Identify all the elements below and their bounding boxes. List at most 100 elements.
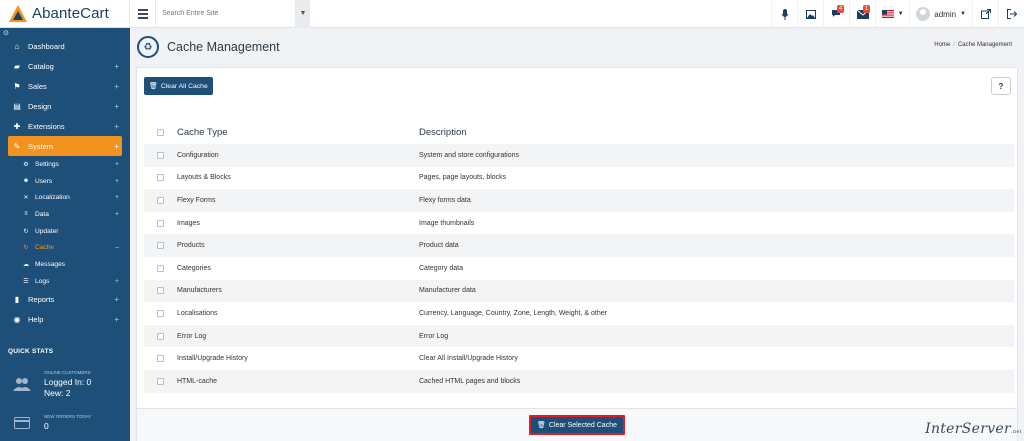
sidebar-subitem-users[interactable]: ☻ Users +	[0, 173, 130, 190]
table-row[interactable]: Error Log Error Log	[144, 324, 1014, 348]
sidebar-subitem-settings[interactable]: ⚙ Settings +	[0, 156, 130, 173]
watermark-text: InterServer	[925, 421, 1012, 437]
sidebar-subitem-label: Data	[35, 210, 49, 218]
recycle-icon: ♻	[137, 36, 159, 58]
logged-in-count: Logged In: 0	[44, 377, 92, 387]
logout-button[interactable]	[998, 0, 1024, 28]
table-row[interactable]: HTML-cache Cached HTML pages and blocks	[144, 369, 1014, 393]
sidebar-subitem-cache[interactable]: ↻ Cache –	[0, 239, 130, 256]
sidebar-subitem-updater[interactable]: ↻ Updater	[0, 223, 130, 240]
folder-icon: ▰	[13, 61, 21, 71]
avatar	[916, 7, 931, 21]
table-row[interactable]: Layouts & Blocks Pages, page layouts, blo…	[144, 167, 1014, 190]
expand-icon: +	[114, 177, 119, 185]
row-checkbox[interactable]	[157, 309, 164, 317]
sidebar-subitem-data[interactable]: ≡ Data +	[0, 206, 130, 223]
cache-type-cell: Configuration	[177, 151, 219, 159]
flag-icon: ⚑	[13, 81, 21, 91]
expand-icon: +	[114, 295, 119, 304]
language-selector[interactable]: ▼	[875, 0, 909, 28]
table-row[interactable]: Products Product data	[144, 234, 1014, 257]
table-row[interactable]: Manufacturers Manufacturer data	[144, 279, 1014, 303]
description-cell: Currency, Language, Country, Zone, Lengt…	[419, 309, 607, 317]
row-checkbox[interactable]	[157, 151, 164, 159]
sidebar-item-design[interactable]: ▤ Design +	[0, 96, 130, 116]
sidebar-item-label: System	[28, 141, 54, 151]
expand-icon: +	[114, 315, 119, 324]
user-menu[interactable]: admin ▼	[909, 0, 972, 28]
media-button[interactable]	[797, 0, 823, 28]
external-link-icon	[980, 9, 991, 19]
page-title: Cache Management	[167, 40, 280, 54]
brand[interactable]: AbanteCart	[0, 0, 130, 28]
sidebar-item-extensions[interactable]: ✚ Extensions +	[0, 116, 130, 136]
watermark-suffix: .net	[1011, 429, 1022, 435]
row-checkbox[interactable]	[157, 196, 164, 204]
table-row[interactable]: Images Image thumbnails	[144, 212, 1014, 235]
sidebar-item-system[interactable]: ✎ System +	[8, 136, 122, 156]
sidebar-item-sales[interactable]: ⚑ Sales +	[0, 76, 130, 96]
sidebar-item-help[interactable]: ◉ Help +	[0, 310, 130, 330]
expand-icon: +	[114, 210, 119, 218]
external-link-button[interactable]	[972, 0, 998, 28]
lifebuoy-icon: ◉	[13, 315, 21, 324]
table-row[interactable]: Install/Upgrade History Clear All Install…	[144, 347, 1014, 370]
sidebar-subitem-logs[interactable]: ☰ Logs +	[0, 273, 130, 290]
row-checkbox[interactable]	[157, 332, 164, 340]
expand-icon: +	[114, 81, 119, 91]
menu-toggle-button[interactable]	[130, 0, 156, 28]
row-checkbox[interactable]	[157, 219, 164, 227]
wrench-icon: ✎	[13, 141, 21, 151]
credit-card-icon	[0, 414, 44, 431]
us-flag-icon	[881, 10, 894, 18]
users-icon	[0, 370, 44, 398]
sidebar-item-dashboard[interactable]: ⌂ Dashboard	[0, 36, 130, 56]
breadcrumb-home-link[interactable]: Home	[934, 42, 950, 48]
help-button[interactable]: ?	[991, 77, 1011, 95]
select-all-checkbox[interactable]	[157, 128, 164, 136]
messages-button[interactable]: 4	[823, 0, 849, 28]
table-row[interactable]: Configuration System and store configurat…	[144, 144, 1014, 167]
online-customers-stat: ONLINE CUSTOMERS Logged In: 0 New: 2	[0, 370, 130, 398]
cache-type-cell: Categories	[177, 264, 211, 272]
sidebar-menu: ⌂ Dashboard ▰ Catalog + ⚑ Sales + ▤ Desi…	[0, 36, 130, 330]
row-checkbox[interactable]	[157, 355, 164, 363]
table-row[interactable]: Localisations Currency, Language, Country…	[144, 302, 1014, 325]
user-name: admin	[934, 9, 957, 19]
mail-button[interactable]: 1	[849, 0, 875, 28]
logs-icon: ☰	[23, 278, 29, 285]
row-checkbox[interactable]	[157, 287, 164, 295]
cache-type-cell: Products	[177, 242, 205, 250]
cache-type-cell: Localisations	[177, 309, 218, 317]
table-row[interactable]: Flexy Forms Flexy forms data	[144, 189, 1014, 212]
image-icon	[805, 9, 816, 19]
sidebar: ⊙ ⌂ Dashboard ▰ Catalog + ⚑ Sales + ▤ De…	[0, 28, 130, 441]
search-dropdown-button[interactable]: ▼	[296, 0, 310, 28]
clear-all-cache-button[interactable]: 🗑 Clear All Cache	[144, 77, 213, 95]
description-cell: Pages, page layouts, blocks	[419, 174, 507, 182]
expand-icon: +	[114, 194, 119, 202]
microphone-button[interactable]	[771, 0, 797, 28]
sidebar-item-label: Dashboard	[28, 41, 65, 51]
row-checkbox[interactable]	[157, 264, 164, 272]
new-customers-count: New: 2	[44, 388, 71, 398]
trash-icon: 🗑	[149, 83, 158, 90]
search-input[interactable]	[162, 10, 295, 17]
table-row[interactable]: Categories Category data	[144, 257, 1014, 280]
description-cell: System and store configurations	[419, 151, 519, 159]
sidebar-subitem-localization[interactable]: ✕ Localization +	[0, 189, 130, 206]
comments-icon: ☁	[23, 261, 29, 268]
row-checkbox[interactable]	[157, 377, 164, 385]
panel-footer: 🗑 Clear Selected Cache	[137, 408, 1017, 441]
row-checkbox[interactable]	[157, 174, 164, 182]
row-checkbox[interactable]	[157, 242, 164, 250]
sidebar-subitem-label: Users	[35, 177, 53, 185]
cache-type-cell: Images	[177, 219, 200, 227]
clear-selected-cache-button[interactable]: 🗑 Clear Selected Cache	[529, 415, 625, 435]
sidebar-item-catalog[interactable]: ▰ Catalog +	[0, 56, 130, 76]
cache-type-cell: Install/Upgrade History	[177, 355, 248, 363]
sidebar-subitem-messages[interactable]: ☁ Messages	[0, 256, 130, 273]
expand-icon: +	[114, 141, 119, 151]
app: AbanteCart ▼ 4 1	[0, 0, 1024, 441]
sidebar-item-reports[interactable]: ▮ Reports +	[0, 290, 130, 310]
